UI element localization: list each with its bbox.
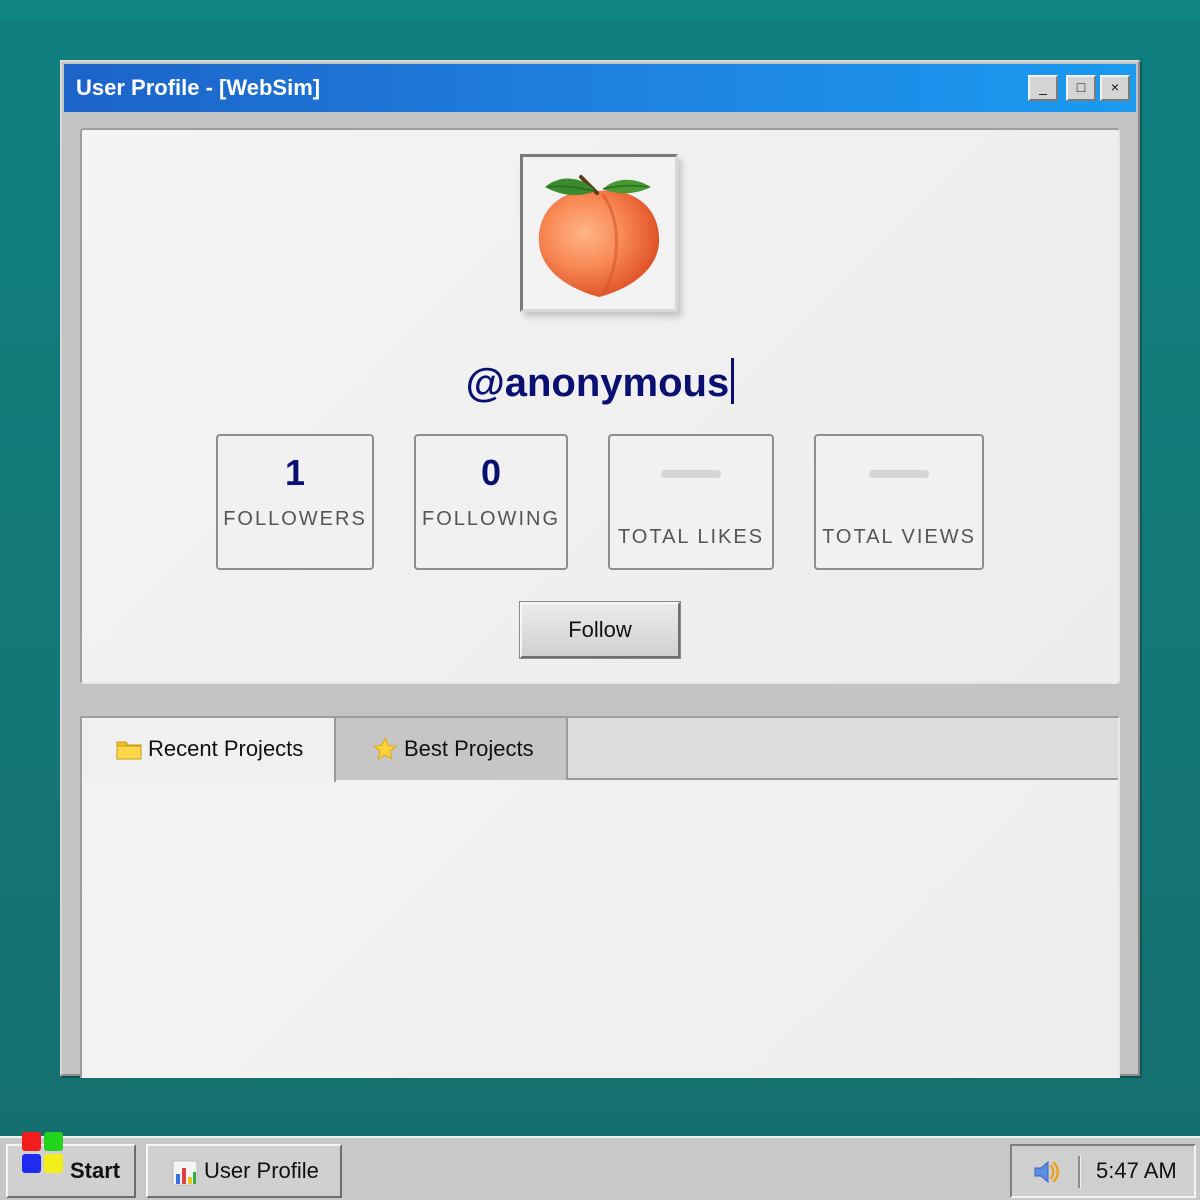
projects-list <box>82 780 1118 1078</box>
tray-divider <box>1078 1156 1081 1188</box>
profile-window: User Profile - [WebSim] _ □ × @anonymous… <box>60 60 1140 1078</box>
stat-label: FOLLOWERS <box>223 508 367 530</box>
minimize-button[interactable]: _ <box>1028 75 1058 101</box>
follow-button[interactable]: Follow <box>519 601 681 659</box>
projects-tabbar: Recent Projects Best Projects <box>82 718 1118 782</box>
stat-total-likes: TOTAL LIKES <box>608 434 774 570</box>
desktop-background <box>0 0 1200 20</box>
taskbar-item-user-profile[interactable]: User Profile <box>146 1144 342 1198</box>
star-icon <box>372 736 398 761</box>
profile-panel: @anonymous 1 FOLLOWERS 0 FOLLOWING TOTAL… <box>80 128 1120 684</box>
window-titlebar[interactable]: User Profile - [WebSim] _ □ × <box>64 64 1136 112</box>
tab-label: Recent Projects <box>148 736 304 761</box>
username-text: @anonymous <box>465 361 730 405</box>
stat-label: TOTAL VIEWS <box>822 526 976 548</box>
tab-label: Best Projects <box>404 736 534 761</box>
stat-label: TOTAL LIKES <box>617 526 765 548</box>
tab-recent-projects[interactable]: Recent Projects <box>82 718 336 782</box>
loading-placeholder <box>869 470 929 478</box>
stat-following[interactable]: 0 FOLLOWING <box>414 434 568 570</box>
stat-followers[interactable]: 1 FOLLOWERS <box>216 434 374 570</box>
peach-icon <box>538 175 660 297</box>
clock[interactable]: 5:47 AM <box>1096 1146 1177 1196</box>
tab-best-projects[interactable]: Best Projects <box>336 718 568 780</box>
projects-panel: Recent Projects Best Projects <box>80 716 1120 1078</box>
close-button[interactable]: × <box>1100 75 1130 101</box>
folder-icon <box>116 741 142 760</box>
text-cursor <box>731 358 735 404</box>
start-label: Start <box>70 1158 121 1183</box>
windows-logo-icon <box>22 1132 63 1173</box>
chart-icon <box>172 1160 198 1186</box>
taskbar: Start User Profile 5:47 AM <box>0 1132 1200 1200</box>
stat-total-views: TOTAL VIEWS <box>814 434 984 570</box>
task-label: User Profile <box>204 1158 319 1183</box>
stat-value: 0 <box>480 452 502 493</box>
stat-value: 1 <box>284 452 306 493</box>
window-title: User Profile - [WebSim] <box>76 75 321 100</box>
stat-label: FOLLOWING <box>421 508 560 530</box>
start-button[interactable]: Start <box>6 1132 136 1198</box>
system-tray: 5:47 AM <box>1010 1144 1196 1198</box>
username-heading: @anonymous <box>82 358 1118 406</box>
loading-placeholder <box>661 470 721 478</box>
avatar <box>520 154 678 312</box>
maximize-button[interactable]: □ <box>1066 75 1096 101</box>
speaker-icon[interactable] <box>1032 1158 1060 1186</box>
